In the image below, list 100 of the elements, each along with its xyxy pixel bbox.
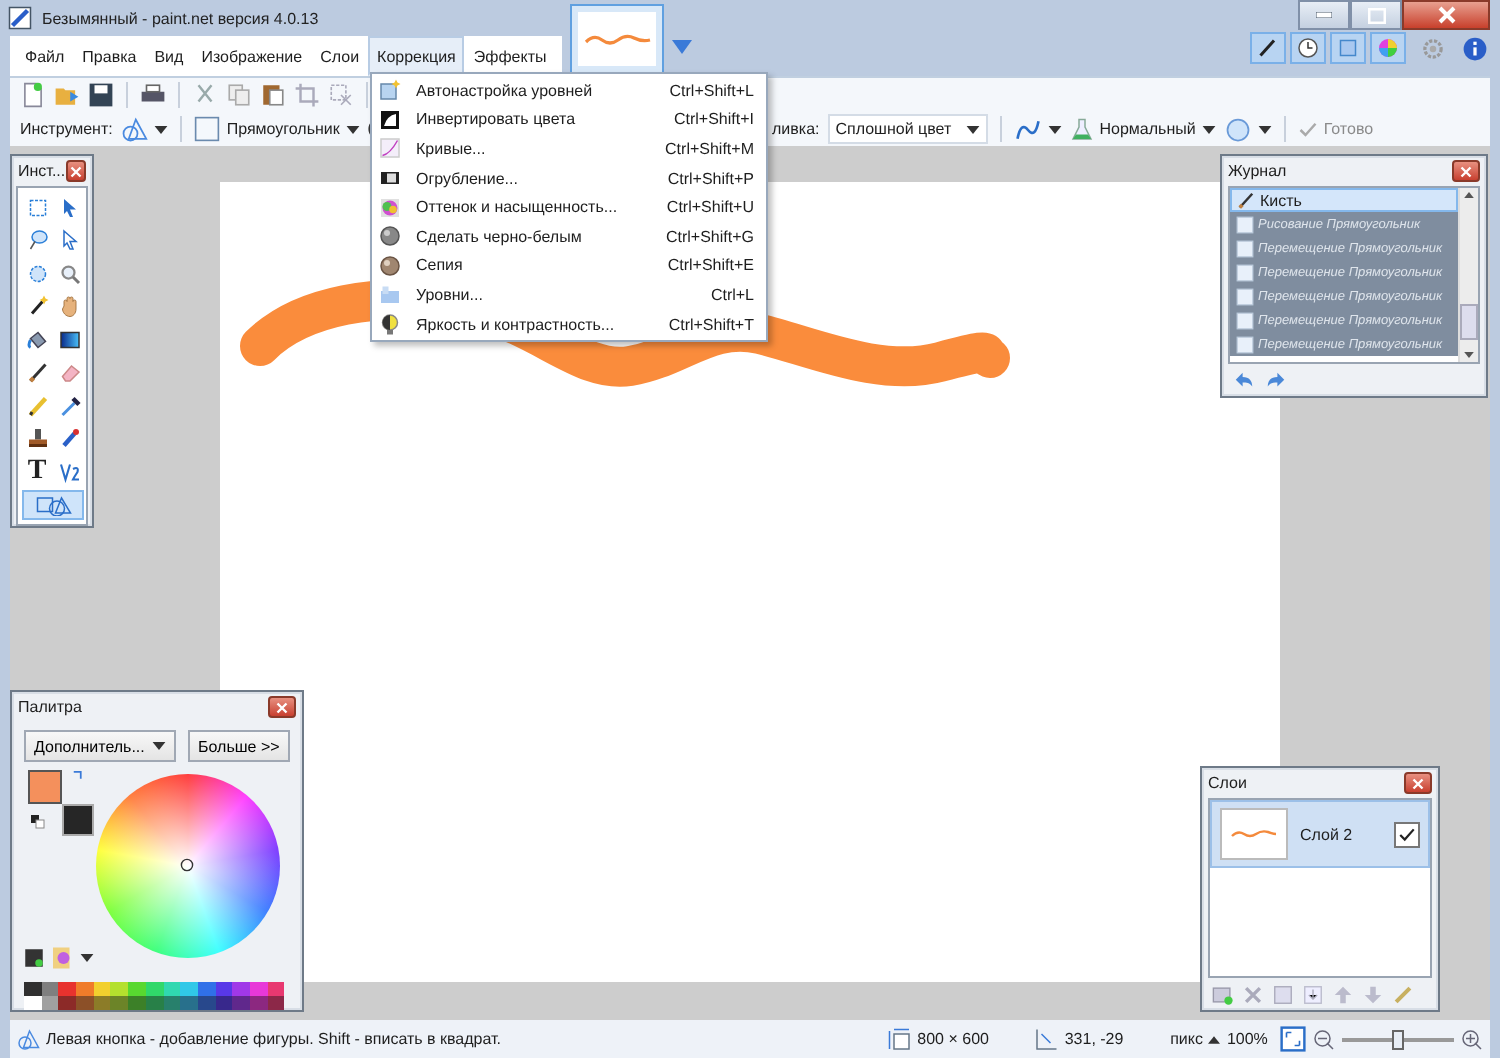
new-file-icon[interactable]: [20, 82, 46, 108]
crop-icon[interactable]: [294, 82, 320, 108]
window-title: Безымянный - paint.net версия 4.0.13: [42, 9, 319, 27]
menu-entry[interactable]: Кривые... Ctrl+Shift+M: [374, 134, 764, 164]
up-arrow-icon[interactable]: [1208, 1035, 1221, 1043]
palette-mode-dropdown[interactable]: Дополнитель...: [24, 730, 176, 762]
primary-color[interactable]: [28, 770, 62, 804]
maximize-button[interactable]: [1350, 0, 1402, 30]
fit-window-icon[interactable]: [1280, 1026, 1307, 1052]
scroll-thumb[interactable]: [1460, 304, 1478, 340]
caret-icon[interactable]: [1201, 125, 1216, 133]
copy-icon[interactable]: [226, 82, 252, 108]
color-swatch[interactable]: [180, 982, 198, 996]
menu-item[interactable]: Изображение: [192, 36, 312, 76]
color-swatch[interactable]: [24, 996, 42, 1010]
add-color-icon[interactable]: [24, 948, 44, 968]
print-icon[interactable]: [140, 82, 166, 108]
status-hint: Левая кнопка - добавление фигуры. Shift - вписать в квадрат.: [46, 1030, 503, 1048]
reset-colors-icon[interactable]: [30, 814, 46, 830]
menu-entry[interactable]: Оттенок и насыщенность... Ctrl+Shift+U: [374, 192, 764, 222]
menu-item[interactable]: Вид: [145, 36, 193, 76]
color-swatch[interactable]: [58, 982, 77, 996]
scroll-up-icon[interactable]: [1464, 192, 1474, 198]
unit-selector[interactable]: пикс: [1170, 1030, 1203, 1048]
layer-properties-icon[interactable]: [1392, 983, 1414, 1005]
secondary-color[interactable]: [62, 804, 94, 836]
merge-down-icon[interactable]: [1302, 983, 1324, 1005]
panel-close-button[interactable]: [268, 696, 296, 718]
color-swatch[interactable]: [58, 996, 77, 1010]
gradient-icon: [57, 327, 81, 351]
help-button[interactable]: [1458, 32, 1490, 64]
menu-entry[interactable]: Инвертировать цвета Ctrl+Shift+I: [374, 105, 764, 135]
scrollbar[interactable]: [1458, 188, 1478, 362]
antialias-picker[interactable]: [1013, 115, 1062, 143]
menu-item[interactable]: Слои: [311, 36, 369, 76]
menu-item[interactable]: Правка: [73, 36, 146, 76]
add-layer-icon[interactable]: [1212, 983, 1234, 1005]
shape-picker[interactable]: Прямоугольник: [194, 116, 360, 142]
minimize-button[interactable]: [1298, 0, 1350, 30]
color-swatch[interactable]: [76, 996, 94, 1010]
deselect-icon[interactable]: [328, 82, 354, 108]
menu-entry[interactable]: Яркость и контрастность... Ctrl+Shift+T: [374, 309, 764, 339]
zoom-value[interactable]: 100%: [1226, 1030, 1275, 1048]
color-swatch[interactable]: [110, 996, 129, 1010]
color-swatch[interactable]: [24, 982, 42, 996]
panel-close-button[interactable]: [1452, 160, 1480, 182]
color-swatch[interactable]: [128, 982, 146, 996]
fill-dropdown[interactable]: Сплошной цвет: [827, 114, 988, 144]
caret-icon[interactable]: [1047, 125, 1062, 133]
zoom-in-icon[interactable]: [1460, 1027, 1484, 1051]
zoom-slider[interactable]: [1342, 1029, 1454, 1049]
layer-item[interactable]: Слой 2: [1210, 800, 1430, 868]
zoom-out-icon[interactable]: [1312, 1027, 1337, 1051]
caret-icon[interactable]: [965, 125, 980, 133]
more-button[interactable]: Больше >>: [188, 730, 290, 762]
color-swatch[interactable]: [180, 996, 198, 1010]
color-swatch[interactable]: [232, 996, 250, 1010]
check-icon: [1297, 119, 1318, 139]
tool-picker[interactable]: [120, 115, 169, 143]
tab-list-arrow-icon[interactable]: [672, 40, 692, 56]
selection-mode-picker[interactable]: [1223, 115, 1272, 143]
color-swatch[interactable]: [110, 982, 129, 996]
paste-icon[interactable]: [260, 82, 286, 108]
undo-button[interactable]: [1232, 369, 1256, 391]
color-swatch[interactable]: [128, 996, 146, 1010]
menu-item[interactable]: Коррекция: [368, 36, 465, 76]
swap-icon[interactable]: [72, 770, 86, 784]
panel-close-button[interactable]: [65, 160, 86, 182]
caret-icon[interactable]: [80, 954, 94, 962]
duplicate-layer-icon[interactable]: [1272, 983, 1294, 1005]
layers-toggle[interactable]: [1330, 32, 1366, 64]
history-item[interactable]: Кисть: [1230, 188, 1458, 212]
visibility-checkbox[interactable]: [1394, 821, 1420, 847]
color-swatch[interactable]: [76, 982, 94, 996]
text-tool[interactable]: T: [22, 456, 52, 486]
save-icon[interactable]: [88, 82, 114, 108]
blend-mode-picker[interactable]: Нормальный: [1069, 115, 1216, 143]
caret-icon[interactable]: [345, 125, 360, 133]
delete-layer-icon[interactable]: [1242, 983, 1264, 1005]
menu-entry[interactable]: Уровни... Ctrl+L: [374, 280, 764, 310]
caret-icon[interactable]: [154, 125, 169, 133]
menu-item[interactable]: Эффекты: [464, 36, 556, 76]
image-tab[interactable]: [570, 4, 664, 74]
brush-icon: [1236, 190, 1256, 210]
colors-toggle[interactable]: [1370, 32, 1406, 64]
menu-item[interactable]: Файл: [16, 36, 74, 76]
cut-icon[interactable]: [192, 82, 218, 108]
redo-button[interactable]: [1264, 369, 1288, 391]
caret-icon[interactable]: [152, 742, 166, 750]
caret-icon[interactable]: [1257, 125, 1272, 133]
history-toggle[interactable]: [1290, 32, 1326, 64]
color-swatch[interactable]: [232, 982, 250, 996]
menu-entry[interactable]: Огрубление... Ctrl+Shift+P: [374, 163, 764, 193]
tools-toggle[interactable]: [1250, 32, 1286, 64]
panel-close-button[interactable]: [1404, 772, 1432, 794]
shapes-tool[interactable]: [22, 489, 84, 519]
menu-entry[interactable]: Сделать черно-белым Ctrl+Shift+G: [374, 221, 764, 252]
close-button[interactable]: [1402, 0, 1490, 30]
menu-entry[interactable]: Сепия Ctrl+Shift+E: [374, 251, 764, 281]
scroll-down-icon[interactable]: [1464, 352, 1474, 358]
